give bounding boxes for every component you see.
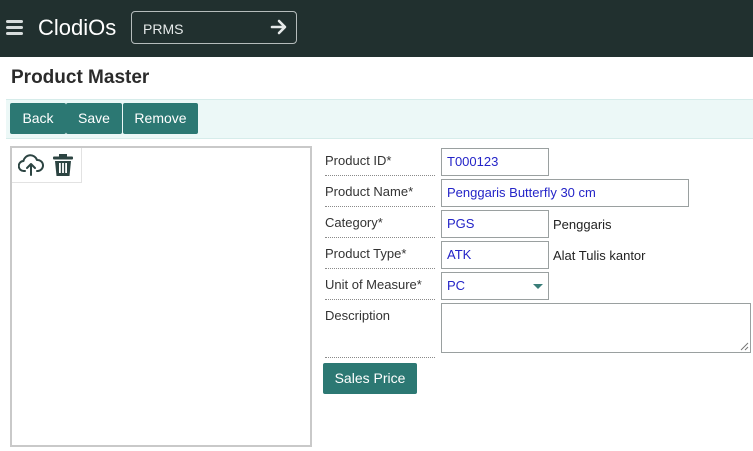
category-field[interactable]: PGS [441, 210, 549, 238]
save-button[interactable]: Save [66, 103, 122, 134]
hamburger-icon[interactable] [6, 20, 23, 35]
description-textarea[interactable] [441, 303, 751, 353]
category-label: Category* [325, 215, 435, 238]
resize-grip-icon[interactable] [740, 342, 749, 351]
back-button[interactable]: Back [10, 103, 66, 134]
top-bar: ClodiOs PRMS [0, 0, 753, 57]
sales-price-button[interactable]: Sales Price [323, 363, 417, 394]
unit-of-measure-label: Unit of Measure* [325, 277, 435, 300]
category-description: Penggaris [553, 217, 612, 232]
remove-button[interactable]: Remove [123, 103, 198, 134]
product-id-label: Product ID* [325, 153, 435, 176]
product-name-label: Product Name* [325, 184, 435, 207]
cloud-upload-icon[interactable] [18, 152, 44, 178]
description-label: Description [325, 308, 435, 358]
product-type-label: Product Type* [325, 246, 435, 269]
module-selector[interactable]: PRMS [131, 11, 297, 44]
product-image-panel[interactable] [10, 146, 312, 447]
product-type-description: Alat Tulis kantor [553, 248, 646, 263]
arrow-right-icon [270, 19, 287, 35]
product-id-field[interactable]: T000123 [441, 148, 549, 176]
page-title: Product Master [11, 67, 150, 88]
unit-of-measure-select[interactable]: PC [441, 272, 549, 300]
trash-icon[interactable] [50, 152, 76, 178]
app-brand: ClodiOs [38, 15, 117, 40]
action-toolbar: Back Save Remove [6, 99, 753, 139]
image-toolbar [12, 148, 82, 183]
caret-down-icon [533, 284, 543, 289]
product-type-field[interactable]: ATK [441, 241, 549, 269]
unit-of-measure-value: PC [447, 278, 466, 293]
module-label: PRMS [143, 21, 184, 37]
product-name-field[interactable]: Penggaris Butterfly 30 cm [441, 179, 689, 207]
